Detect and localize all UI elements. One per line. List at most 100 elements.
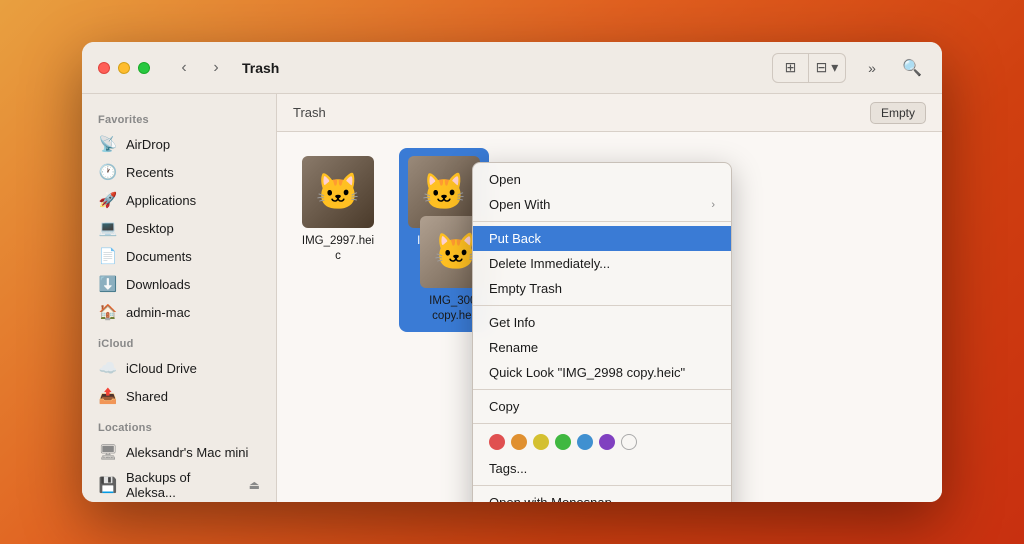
context-menu-open-monosnap[interactable]: Open with Monosnap (473, 490, 731, 502)
context-menu-rename-label: Rename (489, 340, 538, 355)
tag-green[interactable] (555, 434, 571, 450)
context-menu-get-info[interactable]: Get Info (473, 310, 731, 335)
separator-1 (473, 221, 731, 222)
back-button[interactable]: ‹ (170, 54, 198, 82)
separator-4 (473, 423, 731, 424)
home-icon: 🏠 (98, 302, 118, 322)
sidebar-label-icloud-drive: iCloud Drive (126, 361, 197, 376)
tag-purple[interactable] (599, 434, 615, 450)
context-menu-quick-look[interactable]: Quick Look "IMG_2998 copy.heic" (473, 360, 731, 385)
path-toolbar: Trash Empty (277, 94, 942, 132)
sidebar-item-home[interactable]: 🏠 admin-mac (86, 298, 272, 326)
titlebar: ‹ › Trash ⊞ ⊟ ▾ » 🔍 (82, 42, 942, 94)
titlebar-controls: ⊞ ⊟ ▾ » 🔍 (772, 53, 926, 83)
shared-icon: 📤 (98, 386, 118, 406)
context-menu-delete-immediately[interactable]: Delete Immediately... (473, 251, 731, 276)
nav-buttons: ‹ › (170, 54, 230, 82)
context-menu-empty-trash-label: Empty Trash (489, 281, 562, 296)
tag-colors-row (473, 428, 731, 456)
search-button[interactable]: 🔍 (898, 54, 926, 82)
context-menu-copy-label: Copy (489, 399, 519, 414)
tag-none[interactable] (621, 434, 637, 450)
context-menu-open[interactable]: Open (473, 167, 731, 192)
sidebar-item-desktop[interactable]: 💻 Desktop (86, 214, 272, 242)
context-menu-delete-immediately-label: Delete Immediately... (489, 256, 610, 271)
context-menu-open-with[interactable]: Open With › (473, 192, 731, 217)
sidebar-label-home: admin-mac (126, 305, 190, 320)
sidebar-label-recents: Recents (126, 165, 174, 180)
open-with-arrow-icon: › (711, 199, 715, 211)
airdrop-icon: 📡 (98, 134, 118, 154)
context-menu-tags[interactable]: Tags... (473, 456, 731, 481)
sidebar-item-applications[interactable]: 🚀 Applications (86, 186, 272, 214)
sidebar-label-mac-mini: Aleksandr's Mac mini (126, 445, 248, 460)
context-menu: Open Open With › Put Back Delete Immedia… (472, 162, 732, 502)
maximize-button[interactable] (138, 62, 150, 74)
list-view-dropdown[interactable]: ⊟ ▾ (809, 54, 845, 82)
minimize-button[interactable] (118, 62, 130, 74)
window-title: Trash (242, 60, 279, 76)
sidebar-label-shared: Shared (126, 389, 168, 404)
context-menu-open-monosnap-label: Open with Monosnap (489, 495, 612, 502)
sidebar-label-desktop: Desktop (126, 221, 174, 236)
context-menu-empty-trash[interactable]: Empty Trash (473, 276, 731, 301)
sidebar-item-shared[interactable]: 📤 Shared (86, 382, 272, 410)
sidebar-item-documents[interactable]: 📄 Documents (86, 242, 272, 270)
tag-red[interactable] (489, 434, 505, 450)
locations-section-label: Locations (82, 410, 276, 438)
file-name-img2997: IMG_2997.heic (301, 234, 375, 264)
separator-2 (473, 305, 731, 306)
documents-icon: 📄 (98, 246, 118, 266)
separator-5 (473, 485, 731, 486)
sidebar-item-backups[interactable]: 💾 Backups of Aleksa... ⏏ (86, 466, 272, 502)
tag-yellow[interactable] (533, 434, 549, 450)
file-thumb-img2997 (302, 156, 374, 228)
close-button[interactable] (98, 62, 110, 74)
sidebar-label-downloads: Downloads (126, 277, 190, 292)
tag-orange[interactable] (511, 434, 527, 450)
sidebar-item-mac-mini[interactable]: 🖥 Aleksandr's Mac mini (86, 438, 272, 466)
separator-3 (473, 389, 731, 390)
sidebar-item-airdrop[interactable]: 📡 AirDrop (86, 130, 272, 158)
context-menu-quick-look-label: Quick Look "IMG_2998 copy.heic" (489, 365, 685, 380)
file-item-img2997[interactable]: IMG_2997.heic (293, 148, 383, 332)
window-body: Favorites 📡 AirDrop 🕐 Recents 🚀 Applicat… (82, 94, 942, 502)
forward-button[interactable]: › (202, 54, 230, 82)
finder-window: ‹ › Trash ⊞ ⊟ ▾ » 🔍 Favorites 📡 AirDrop … (82, 42, 942, 502)
desktop-icon: 💻 (98, 218, 118, 238)
sidebar-label-applications: Applications (126, 193, 196, 208)
context-menu-put-back[interactable]: Put Back (473, 226, 731, 251)
icon-view-button[interactable]: ⊞ (773, 54, 809, 82)
sidebar-item-icloud-drive[interactable]: ☁️ iCloud Drive (86, 354, 272, 382)
context-menu-open-label: Open (489, 172, 521, 187)
more-options-button[interactable]: » (854, 54, 890, 82)
view-controls: ⊞ ⊟ ▾ (772, 53, 846, 83)
sidebar-item-recents[interactable]: 🕐 Recents (86, 158, 272, 186)
recents-icon: 🕐 (98, 162, 118, 182)
sidebar-item-downloads[interactable]: ⬇️ Downloads (86, 270, 272, 298)
empty-trash-button[interactable]: Empty (870, 102, 926, 124)
tag-blue[interactable] (577, 434, 593, 450)
mac-mini-icon: 🖥 (98, 442, 118, 462)
main-content: Trash Empty IMG_2997.heic IMG_2998 copy.… (277, 94, 942, 502)
backup-eject-icon: ⏏ (249, 478, 260, 492)
path-label: Trash (293, 105, 326, 120)
context-menu-copy[interactable]: Copy (473, 394, 731, 419)
sidebar-label-documents: Documents (126, 249, 192, 264)
context-menu-put-back-label: Put Back (489, 231, 541, 246)
applications-icon: 🚀 (98, 190, 118, 210)
downloads-icon: ⬇️ (98, 274, 118, 294)
context-menu-rename[interactable]: Rename (473, 335, 731, 360)
context-menu-get-info-label: Get Info (489, 315, 535, 330)
context-menu-open-with-label: Open With (489, 197, 550, 212)
sidebar-label-backups: Backups of Aleksa... (126, 470, 239, 500)
icloud-drive-icon: ☁️ (98, 358, 118, 378)
files-area: IMG_2997.heic IMG_2998 copy.heic IMG_300… (277, 132, 942, 502)
context-menu-tags-label: Tags... (489, 461, 527, 476)
favorites-section-label: Favorites (82, 102, 276, 130)
sidebar: Favorites 📡 AirDrop 🕐 Recents 🚀 Applicat… (82, 94, 277, 502)
traffic-lights (98, 62, 150, 74)
backup-icon: 💾 (98, 475, 118, 495)
icloud-section-label: iCloud (82, 326, 276, 354)
sidebar-label-airdrop: AirDrop (126, 137, 170, 152)
